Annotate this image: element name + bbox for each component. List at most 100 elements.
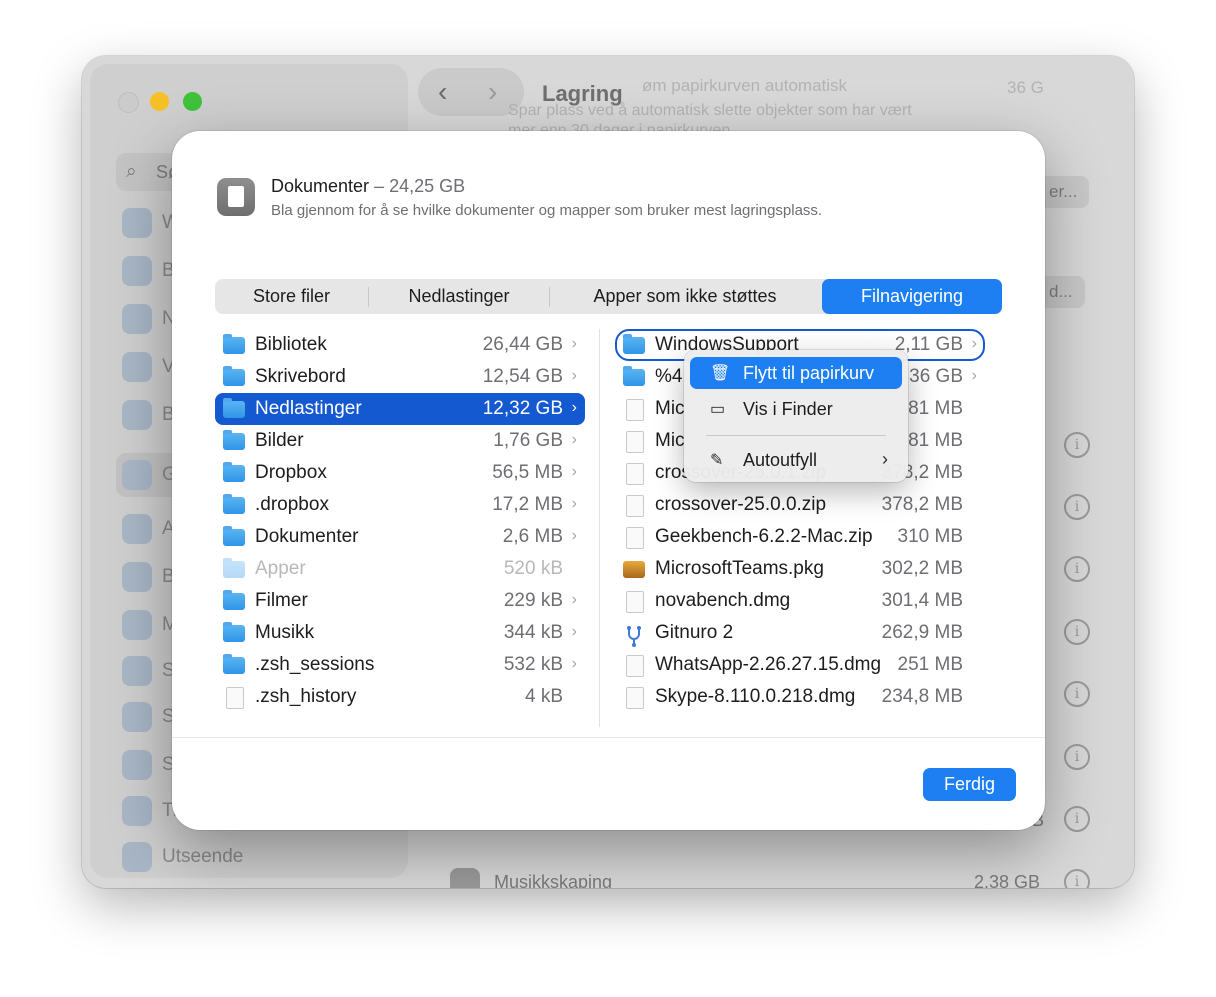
- folder-icon: [223, 366, 245, 386]
- document-icon: [626, 495, 644, 517]
- vpn-icon: [122, 352, 152, 382]
- folder-row[interactable]: Dokumenter 2,6 MB ›: [215, 521, 585, 553]
- wifi-icon: [122, 208, 152, 238]
- folder-row[interactable]: Nedlastinger 12,32 GB ›: [215, 393, 585, 425]
- tab-filnavigering[interactable]: Filnavigering: [822, 279, 1002, 314]
- folder-row[interactable]: Bilder 1,76 GB ›: [215, 425, 585, 457]
- forward-chevron-icon[interactable]: ›: [488, 76, 497, 108]
- info-icon[interactable]: i: [1064, 432, 1090, 458]
- submenu-chevron-icon: ›: [882, 449, 888, 469]
- info-icon[interactable]: i: [1064, 556, 1090, 582]
- file-row[interactable]: .zsh_history 4 kB: [215, 681, 585, 713]
- folder-row[interactable]: Skrivebord 12,54 GB ›: [215, 361, 585, 393]
- sidebar-item[interactable]: Utseende: [122, 840, 402, 874]
- minimize-button[interactable]: [150, 92, 169, 111]
- back-chevron-icon[interactable]: ‹: [438, 76, 447, 108]
- tab-nedlastinger[interactable]: Nedlastinger: [369, 279, 549, 314]
- row-name: novabench.dmg: [655, 590, 791, 611]
- row-name: Mic: [655, 398, 685, 419]
- close-button[interactable]: [118, 92, 139, 113]
- column-divider: [599, 329, 600, 727]
- info-icon[interactable]: i: [1064, 681, 1090, 707]
- file-row[interactable]: crossover-25.0.0.zip 378,2 MB: [615, 489, 985, 521]
- file-row[interactable]: Geekbench-6.2.2-Mac.zip 310 MB: [615, 521, 985, 553]
- file-row[interactable]: WhatsApp-2.26.27.15.dmg 251 MB: [615, 649, 985, 681]
- sheet-subtitle: Bla gjennom for å se hvilke dokumenter o…: [271, 202, 823, 219]
- row-name: Skype-8.110.0.218.dmg: [655, 686, 856, 707]
- file-row[interactable]: MicrosoftTeams.pkg 302,2 MB: [615, 553, 985, 585]
- info-icon[interactable]: i: [1064, 806, 1090, 832]
- menu-item-label: Vis i Finder: [743, 399, 833, 419]
- folder-row[interactable]: .dropbox 17,2 MB ›: [215, 489, 585, 521]
- folder-icon: [223, 526, 245, 546]
- tab-store-filer[interactable]: Store filer: [215, 279, 368, 314]
- footer-divider: [172, 737, 1045, 738]
- file-row[interactable]: Skype-8.110.0.218.dmg 234,8 MB: [615, 681, 985, 713]
- bg-row-label: Musikkskaping: [494, 872, 613, 888]
- folder-row[interactable]: Apper 520 kB: [215, 553, 585, 585]
- folder-icon: [223, 398, 245, 418]
- info-icon[interactable]: i: [1064, 744, 1090, 770]
- maximize-button[interactable]: [183, 92, 202, 111]
- row-name: Apper: [255, 558, 306, 579]
- menu-item-show-in-finder[interactable]: ▭ Vis i Finder: [690, 393, 902, 425]
- document-icon: [626, 687, 644, 709]
- row-name: WhatsApp-2.26.27.15.dmg: [655, 654, 882, 675]
- general-icon: [122, 460, 152, 490]
- tab-apper[interactable]: Apper som ikke støttes: [550, 279, 820, 314]
- appearance-icon: [122, 514, 152, 544]
- music-creation-icon: [450, 868, 480, 888]
- folder-icon: [223, 430, 245, 450]
- row-size: 532 kB: [503, 654, 563, 675]
- row-name: crossover-25.0.0.zip: [655, 494, 827, 515]
- document-icon: [626, 431, 644, 453]
- chevron-right-icon: ›: [571, 335, 577, 352]
- info-icon[interactable]: i: [1064, 494, 1090, 520]
- file-row[interactable]: novabench.dmg 301,4 MB: [615, 585, 985, 617]
- document-icon: [626, 591, 644, 613]
- file-row[interactable]: Gitnuro 2 262,9 MB: [615, 617, 985, 649]
- bg-faint-heading: øm papirkurven automatisk: [642, 76, 848, 95]
- folder-row[interactable]: Musikk 344 kB ›: [215, 617, 585, 649]
- menu-item-autofill[interactable]: ✎ Autoutfyll ›: [690, 444, 902, 476]
- chevron-right-icon: ›: [571, 399, 577, 416]
- folder-icon: [223, 654, 245, 674]
- row-size: 17,2 MB: [492, 494, 563, 515]
- context-menu: 🗑 Flytt til papirkurv ▭ Vis i Finder ✎ A…: [684, 350, 908, 482]
- row-name: .zsh_sessions: [255, 654, 375, 675]
- network-icon: [122, 304, 152, 334]
- row-size: 301,4 MB: [881, 590, 963, 611]
- folder-icon: [223, 462, 245, 482]
- autofill-icon: ✎: [710, 452, 724, 469]
- folder-row[interactable]: Filmer 229 kB ›: [215, 585, 585, 617]
- accessibility2-icon: [122, 796, 152, 826]
- menu-separator: [706, 435, 886, 436]
- document-icon: [626, 527, 644, 549]
- chevron-right-icon: ›: [571, 527, 577, 544]
- row-name: Bilder: [255, 430, 304, 451]
- row-name: Dropbox: [255, 462, 327, 483]
- row-size: 520 kB: [503, 558, 563, 579]
- tab-bar: Store filer Nedlastinger Apper som ikke …: [215, 279, 1002, 314]
- folder-row[interactable]: .zsh_sessions 532 kB ›: [215, 649, 585, 681]
- row-name: Dokumenter: [255, 526, 359, 547]
- menu-item-move-to-trash[interactable]: 🗑 Flytt til papirkurv: [690, 357, 902, 389]
- row-name: %4: [655, 366, 683, 387]
- folder-icon: ▭: [710, 401, 726, 418]
- folder-row[interactable]: Dropbox 56,5 MB ›: [215, 457, 585, 489]
- row-size: 302,2 MB: [881, 558, 963, 579]
- row-size: 56,5 MB: [492, 462, 563, 483]
- row-name: Mic: [655, 430, 685, 451]
- bg-faint-size: 36 G: [1007, 78, 1044, 97]
- folder-row[interactable]: Bibliotek 26,44 GB ›: [215, 329, 585, 361]
- chevron-right-icon: ›: [571, 495, 577, 512]
- chevron-right-icon: ›: [571, 623, 577, 640]
- row-name: Filmer: [255, 590, 308, 611]
- sheet-title-size: – 24,25 GB: [374, 176, 466, 196]
- document-icon: [217, 178, 255, 216]
- document-icon: [226, 687, 244, 709]
- info-icon[interactable]: i: [1064, 869, 1090, 888]
- row-size: 4 kB: [524, 686, 563, 707]
- info-icon[interactable]: i: [1064, 619, 1090, 645]
- done-button[interactable]: Ferdig: [923, 768, 1016, 801]
